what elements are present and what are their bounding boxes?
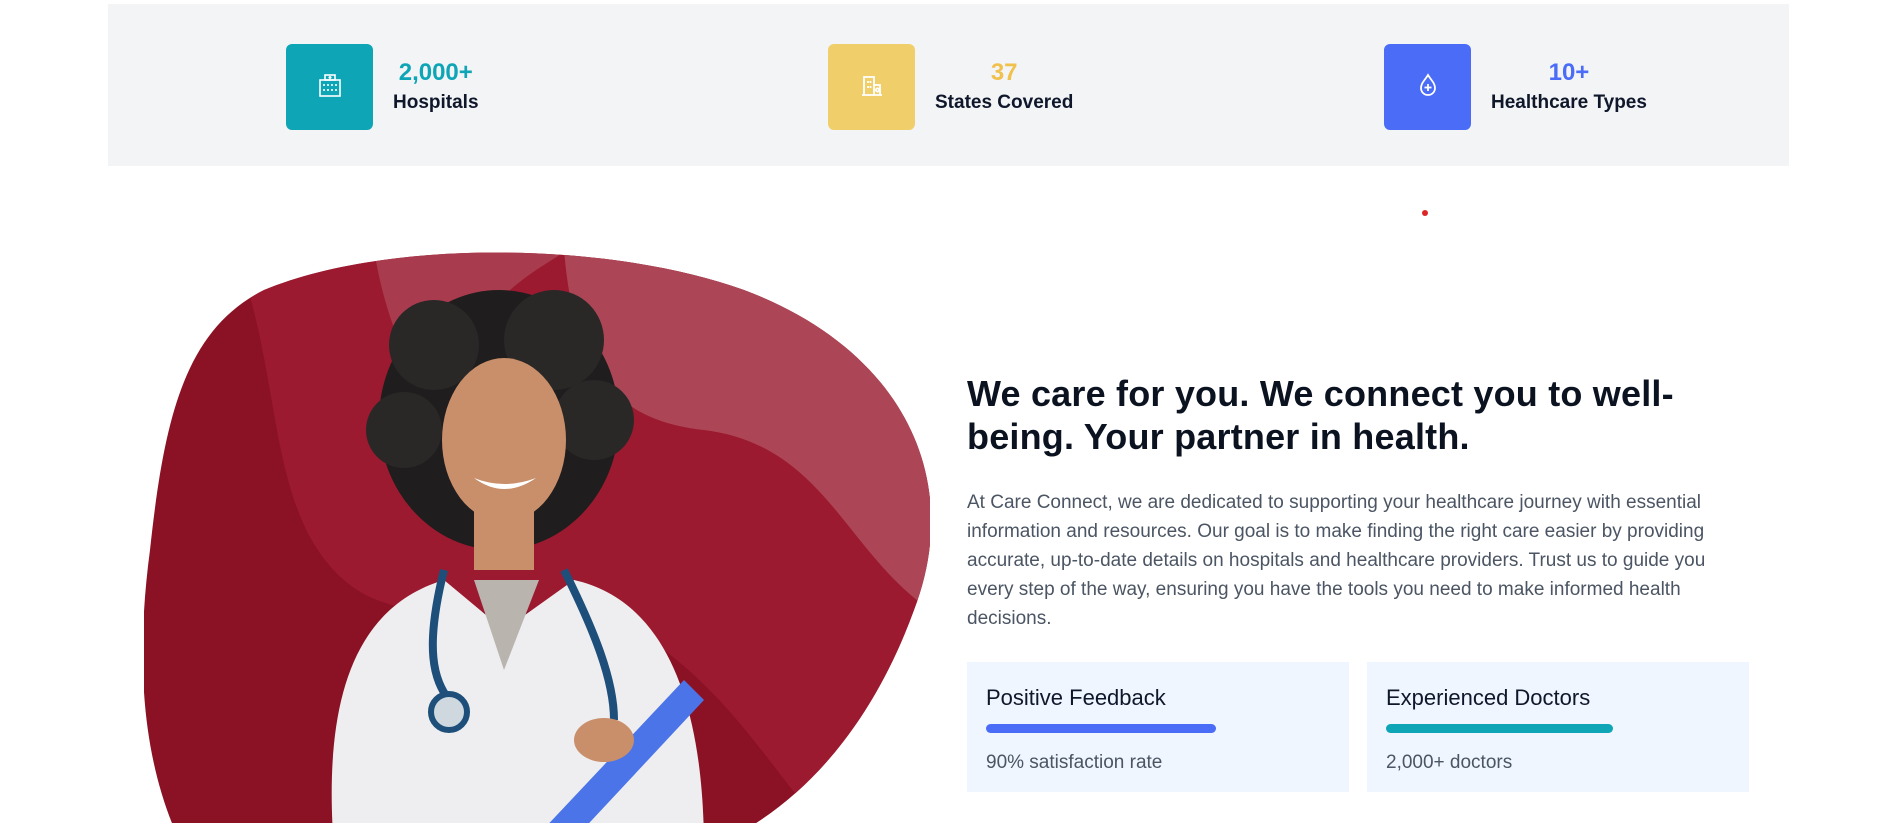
stats-band: 2,000+ Hospitals 37 States Covered 10+ H…: [108, 4, 1789, 166]
decorative-dot: [1422, 210, 1428, 216]
stat-text-hospitals: 2,000+ Hospitals: [393, 58, 479, 116]
card-subtitle: 90% satisfaction rate: [986, 752, 1163, 773]
stat-types: 10+ Healthcare Types: [1384, 43, 1647, 131]
hero-doctor-image: [144, 250, 930, 823]
stat-value: 37: [990, 59, 1018, 86]
card-title: Positive Feedback: [986, 685, 1166, 710]
card-title: Experienced Doctors: [1386, 685, 1591, 710]
stat-icon-box-states: [828, 44, 915, 130]
hospital-building-icon: [316, 71, 344, 104]
highlight-cards: Positive Feedback 90% satisfaction rate …: [967, 662, 1749, 792]
stat-states: 37 States Covered: [828, 43, 1073, 131]
about-title: We care for you. We connect you to well-…: [967, 373, 1674, 457]
progress-track: [986, 724, 1330, 733]
stat-value: 10+: [1548, 59, 1590, 86]
stat-text-types: 10+ Healthcare Types: [1491, 58, 1647, 116]
stat-icon-box-types: [1384, 44, 1471, 130]
card-subtitle: 2,000+ doctors: [1386, 752, 1513, 773]
stat-text-states: 37 States Covered: [935, 58, 1073, 116]
progress-fill: [1386, 724, 1614, 733]
city-building-icon: [858, 71, 886, 104]
about-body: At Care Connect, we are dedicated to sup…: [967, 492, 1706, 629]
stat-hospitals: 2,000+ Hospitals: [286, 43, 479, 131]
stat-label: States Covered: [935, 92, 1074, 113]
stat-label: Healthcare Types: [1491, 92, 1647, 113]
stat-label: Hospitals: [393, 92, 479, 113]
card-experienced-doctors: Experienced Doctors 2,000+ doctors: [1367, 662, 1749, 792]
progress-fill: [986, 724, 1217, 733]
stat-value: 2,000+: [398, 59, 473, 86]
medical-drop-icon: [1414, 71, 1442, 104]
about-section: We care for you. We connect you to well-…: [967, 372, 1757, 633]
stat-icon-box-hospitals: [286, 44, 373, 130]
card-positive-feedback: Positive Feedback 90% satisfaction rate: [967, 662, 1349, 792]
progress-track: [1386, 724, 1730, 733]
